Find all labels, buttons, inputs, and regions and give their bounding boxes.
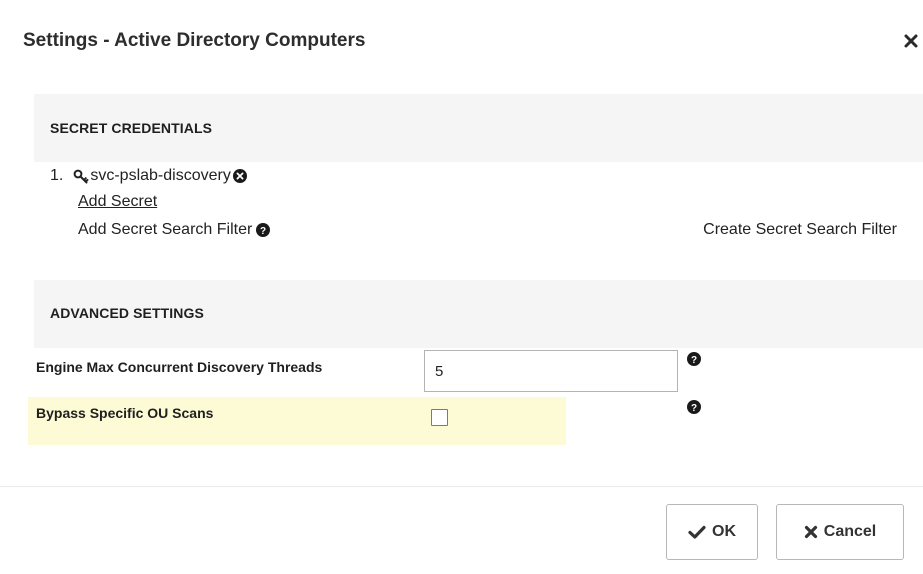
- settings-dialog: Settings - Active Directory Computers SE…: [0, 0, 923, 574]
- add-secret-link[interactable]: Add Secret: [78, 193, 157, 211]
- svg-text:?: ?: [691, 355, 697, 366]
- add-secret-search-filter-label[interactable]: Add Secret Search Filter: [78, 221, 252, 239]
- credential-list-item: 1. svc-pslab-discovery: [50, 167, 247, 185]
- cancel-button[interactable]: Cancel: [776, 504, 904, 560]
- svg-text:?: ?: [260, 226, 266, 237]
- credential-name[interactable]: svc-pslab-discovery: [90, 167, 230, 185]
- help-icon[interactable]: ?: [687, 352, 701, 366]
- close-icon: [804, 525, 817, 539]
- help-icon[interactable]: ?: [256, 223, 271, 237]
- help-icon[interactable]: ?: [687, 400, 701, 414]
- remove-circle-icon[interactable]: [232, 169, 247, 183]
- dialog-header: Settings - Active Directory Computers: [0, 0, 923, 84]
- bypass-ou-scans-checkbox[interactable]: [431, 409, 448, 426]
- close-icon[interactable]: [903, 33, 919, 49]
- ok-button[interactable]: OK: [666, 504, 758, 560]
- dialog-title: Settings - Active Directory Computers: [23, 30, 366, 51]
- advanced-settings-heading: ADVANCED SETTINGS: [50, 305, 204, 321]
- footer-divider: [0, 486, 923, 487]
- svg-text:?: ?: [691, 403, 697, 414]
- ok-button-label: OK: [712, 523, 736, 540]
- secret-credentials-heading: SECRET CREDENTIALS: [50, 120, 213, 136]
- bypass-ou-scans-label: Bypass Specific OU Scans: [36, 405, 214, 421]
- create-secret-search-filter-link[interactable]: Create Secret Search Filter: [703, 221, 897, 239]
- cancel-button-label: Cancel: [823, 523, 877, 540]
- add-secret-search-filter[interactable]: Add Secret Search Filter ?: [78, 221, 271, 239]
- credential-number: 1.: [50, 167, 64, 184]
- checkmark-icon: [688, 525, 706, 539]
- max-threads-input[interactable]: [424, 350, 678, 392]
- key-icon: [73, 169, 89, 184]
- max-threads-label: Engine Max Concurrent Discovery Threads: [36, 359, 323, 375]
